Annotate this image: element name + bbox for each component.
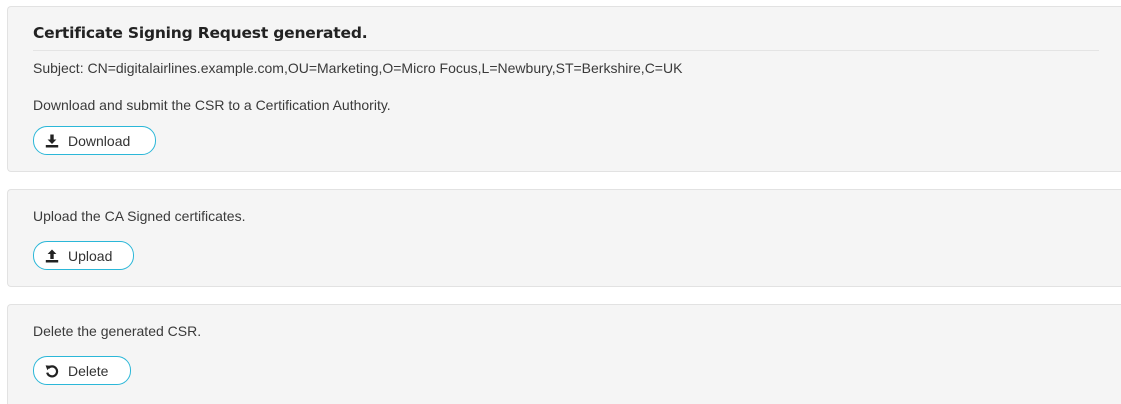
delete-panel: Delete the generated CSR. Delete xyxy=(7,304,1121,404)
csr-subject-text: Subject: CN=digitalairlines.example.com,… xyxy=(33,60,683,76)
undo-icon xyxy=(45,364,59,378)
delete-button[interactable]: Delete xyxy=(33,356,131,385)
delete-button-label: Delete xyxy=(68,362,109,379)
download-button[interactable]: Download xyxy=(33,126,156,155)
upload-button-label: Upload xyxy=(68,247,113,264)
download-instructions: Download and submit the CSR to a Certifi… xyxy=(33,97,391,113)
upload-button[interactable]: Upload xyxy=(33,241,134,270)
csr-generated-panel: Certificate Signing Request generated. S… xyxy=(7,6,1121,172)
upload-instructions: Upload the CA Signed certificates. xyxy=(33,208,246,224)
panel-title: Certificate Signing Request generated. xyxy=(33,24,368,42)
download-button-label: Download xyxy=(68,132,131,149)
upload-panel: Upload the CA Signed certificates. Uploa… xyxy=(7,189,1121,287)
delete-instructions: Delete the generated CSR. xyxy=(33,323,202,339)
upload-icon xyxy=(45,249,59,263)
title-divider xyxy=(33,50,1099,51)
download-icon xyxy=(45,134,59,148)
